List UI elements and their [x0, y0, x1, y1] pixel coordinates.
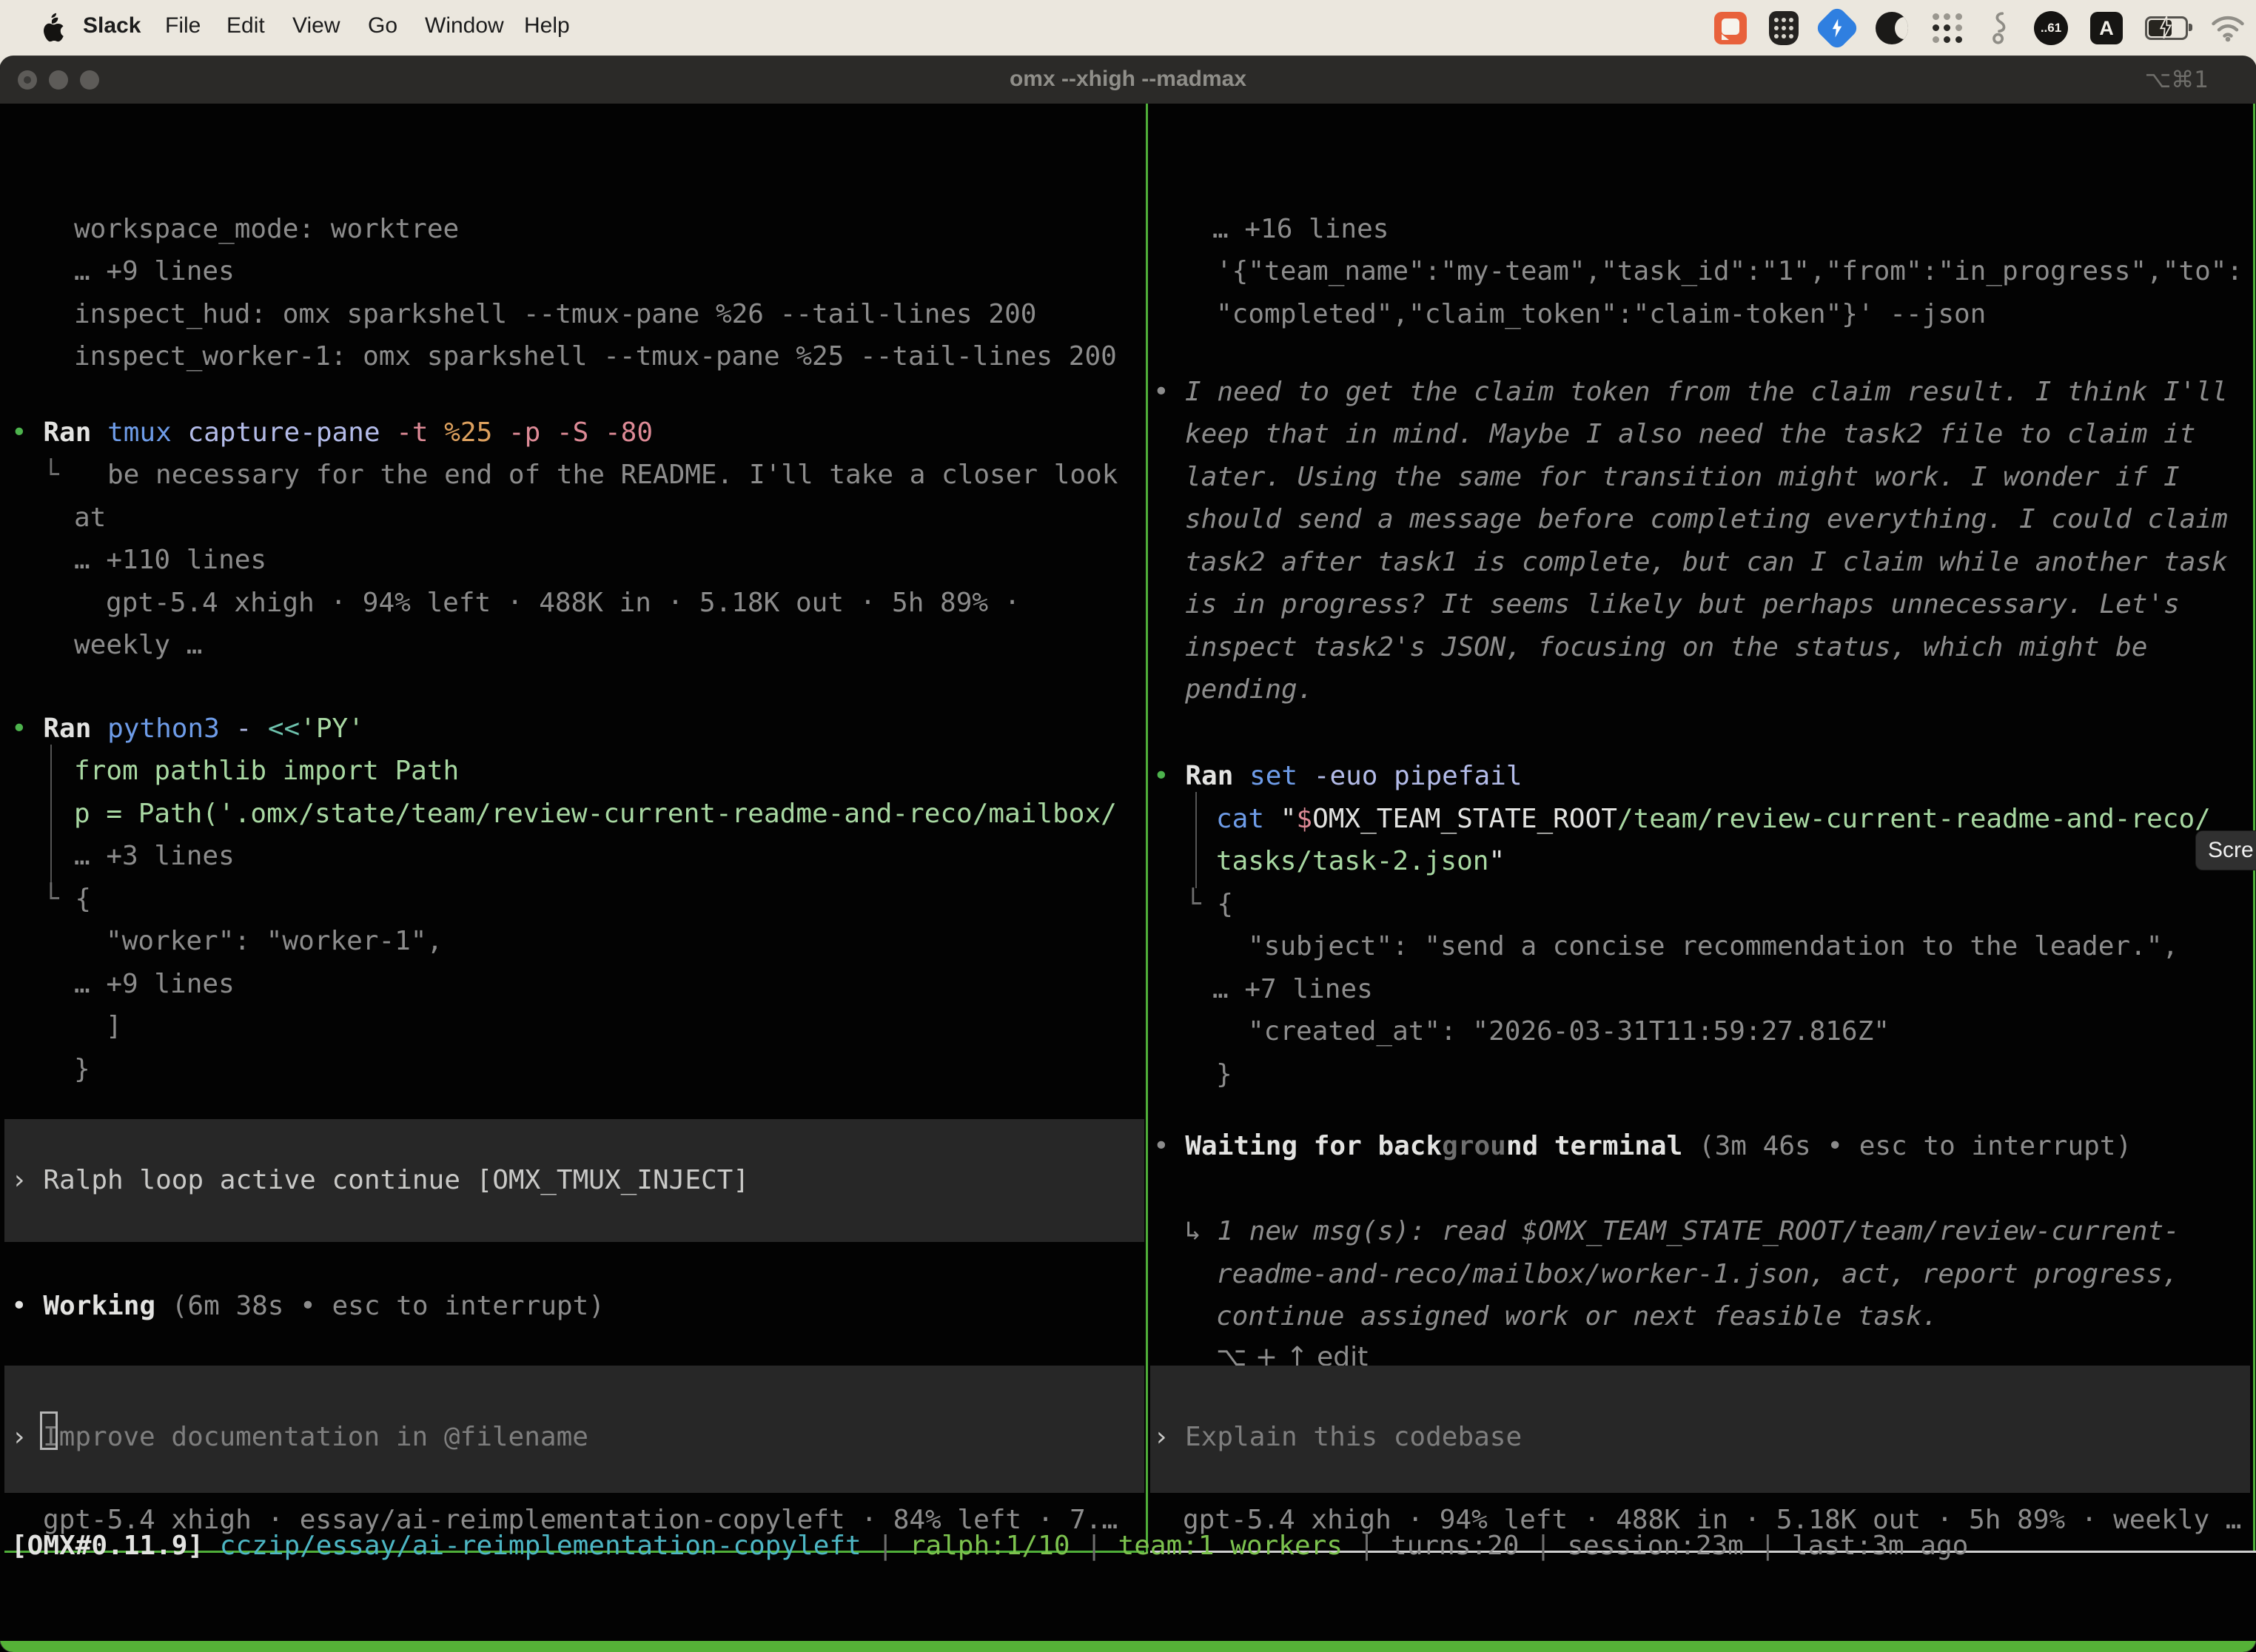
output-line: weekly …: [74, 624, 202, 666]
thinking-bullet: •: [1153, 371, 1169, 413]
output-line: └ {: [1185, 883, 1233, 925]
output-line: at: [74, 497, 106, 539]
json-line: "subject": "send a concise recommendatio…: [1248, 925, 2178, 967]
elbow-connector-icon: └: [43, 884, 75, 914]
menu-item-view[interactable]: View: [292, 13, 340, 38]
menu-item-go[interactable]: Go: [368, 13, 397, 38]
output-line: "completed","claim_token":"claim-token"}…: [1216, 293, 1986, 335]
code-line: p = Path('.omx/state/team/review-current…: [74, 793, 1117, 835]
title-bar: omx --xhigh --madmax ⌥⌘1: [0, 56, 2256, 104]
prompt-input-area[interactable]: › Explain this codebase: [1150, 1366, 2250, 1493]
json-line: }: [74, 1048, 90, 1090]
json-line: ]: [106, 1005, 122, 1047]
battery-icon[interactable]: [2145, 16, 2188, 40]
text-cursor: [40, 1411, 58, 1450]
collapsed-lines-indicator: … +7 lines: [1212, 968, 1373, 1010]
window-title: omx --xhigh --madmax: [0, 67, 2256, 92]
mailbox-message-line: continue assigned work or next feasible …: [1216, 1295, 1938, 1337]
output-line: └ {: [43, 878, 91, 920]
terminal-window: omx --xhigh --madmax ⌥⌘1 workspace_mode:…: [0, 56, 2256, 1652]
wifi-icon[interactable]: [2210, 13, 2246, 43]
bolt-app-icon[interactable]: [1814, 5, 1860, 51]
menu-bar: Slack File Edit View Go Window Help ..61…: [0, 0, 2256, 56]
prompt-placeholder: Improve documentation in @filename: [43, 1416, 588, 1458]
collapsed-lines-indicator: … +16 lines: [1212, 208, 1389, 250]
eclipse-app-icon[interactable]: [1876, 12, 1908, 44]
menu-item-window[interactable]: Window: [425, 13, 504, 38]
thinking-line: should send a message before completing …: [1185, 498, 2228, 540]
json-line: }: [1216, 1053, 1232, 1095]
elbow-connector-icon: └: [43, 460, 59, 490]
input-source-a[interactable]: A: [2090, 12, 2123, 44]
mailbox-message-line: ↳ 1 new msg(s): read $OMX_TEAM_STATE_ROO…: [1185, 1210, 2180, 1252]
output-line: └be necessary for the end of the README.…: [43, 454, 59, 496]
omx-session-status: [OMX#0.11.9] cczip/essay/ai-reimplementa…: [11, 1525, 1968, 1567]
bullet-icon: •: [1153, 761, 1169, 791]
terminal-content: workspace_mode: worktree … +9 lines insp…: [0, 104, 2256, 1652]
menu-app-name[interactable]: Slack: [83, 13, 141, 38]
menu-item-edit[interactable]: Edit: [226, 13, 265, 38]
keypad-shield-icon[interactable]: [1769, 11, 1799, 45]
reply-arrow-icon: ↳: [1185, 1216, 1217, 1246]
thinking-line: inspect task2's JSON, focusing on the st…: [1185, 626, 2147, 668]
output-line: '{"team_name":"my-team","task_id":"1","f…: [1216, 250, 2243, 292]
thinking-line: I need to get the claim token from the c…: [1185, 371, 2228, 413]
prompt-chevron-icon: ›: [1153, 1422, 1169, 1452]
bullet-icon: •: [11, 417, 27, 448]
code-line: tasks/task-2.json": [1216, 840, 1505, 882]
bullet-icon: •: [11, 713, 27, 744]
output-line: inspect_hud: omx sparkshell --tmux-pane …: [74, 293, 1036, 335]
pane-divider[interactable]: [1146, 104, 1148, 1553]
thinking-line: keep that in mind. Maybe I also need the…: [1185, 413, 2195, 455]
collapsed-lines-indicator: … +3 lines: [74, 835, 235, 877]
pane-border-right-edge: [2253, 104, 2255, 1553]
thinking-line: task2 after task1 is complete, but can I…: [1185, 541, 2228, 583]
chevron-icon: ›: [11, 1165, 27, 1195]
menu-status-icons: ..61 A: [1714, 9, 2246, 47]
ran-command-line: • Ran set -euo pipefail: [1153, 755, 1523, 797]
tmux-host-clock: "MacBook-Pro-44.local" 05:03 31-Mar-26: [1639, 1642, 2249, 1652]
ralph-loop-banner: › Ralph loop active continue [OMX_TMUX_I…: [4, 1119, 1144, 1242]
json-line: "worker": "worker-1",: [106, 920, 443, 962]
collapsed-lines-indicator: … +110 lines: [74, 539, 266, 581]
screen-tooltip: Scre: [2195, 830, 2256, 870]
ran-command-line: • Ran tmux capture-pane -t %25 -p -S -80: [11, 412, 653, 454]
code-line: cat "$OMX_TEAM_STATE_ROOT/team/review-cu…: [1216, 798, 2211, 840]
bullet-icon: •: [1153, 1131, 1169, 1161]
menu-item-help[interactable]: Help: [524, 13, 570, 38]
output-line: gpt-5.4 xhigh · 94% left · 488K in · 5.1…: [106, 582, 1020, 624]
apple-logo-icon[interactable]: [38, 12, 65, 43]
json-line: "created_at": "2026-03-31T11:59:27.816Z": [1248, 1010, 1890, 1052]
code-block-connector: [1195, 792, 1197, 888]
code-line: from pathlib import Path: [74, 750, 459, 792]
prompt-input-area[interactable]: › Improve documentation in @filename: [4, 1366, 1144, 1493]
thinking-line: is in progress? It seems likely but perh…: [1185, 583, 2180, 625]
countdown-badge[interactable]: ..61: [2034, 11, 2068, 45]
window-shortcut: ⌥⌘1: [2145, 67, 2209, 93]
collapsed-lines-indicator: … +9 lines: [74, 250, 235, 292]
output-line: workspace_mode: worktree: [74, 208, 459, 250]
waiting-status-line: • Waiting for background terminal (3m 46…: [1153, 1125, 2132, 1167]
thinking-line: pending.: [1185, 668, 1313, 711]
ran-command-line: • Ran python3 - <<'PY': [11, 708, 364, 750]
prompt-placeholder: Explain this codebase: [1185, 1416, 1522, 1458]
bullet-icon: •: [11, 1291, 27, 1321]
screen-recording-icon[interactable]: [1714, 12, 1747, 44]
prompt-chevron-icon: ›: [11, 1422, 27, 1452]
collapsed-lines-indicator: … +9 lines: [74, 963, 235, 1005]
hook-app-icon[interactable]: [1987, 10, 2012, 46]
dots-grid-icon[interactable]: [1930, 11, 1964, 45]
tmux-session-name[interactable]: [omx-cczip0:bash*: [7, 1642, 280, 1652]
tmux-status-bar: [omx-cczip0:bash* "MacBook-Pro-44.local"…: [0, 1641, 2256, 1652]
thinking-line: later. Using the same for transition mig…: [1185, 456, 2180, 498]
elbow-connector-icon: └: [1185, 889, 1217, 919]
working-status-line: • Working (6m 38s • esc to interrupt): [11, 1285, 605, 1327]
output-line: inspect_worker-1: omx sparkshell --tmux-…: [74, 335, 1117, 377]
mailbox-message-line: readme-and-reco/mailbox/worker-1.json, a…: [1216, 1253, 2178, 1295]
code-block-connector: [50, 745, 52, 885]
menu-item-file[interactable]: File: [165, 13, 201, 38]
